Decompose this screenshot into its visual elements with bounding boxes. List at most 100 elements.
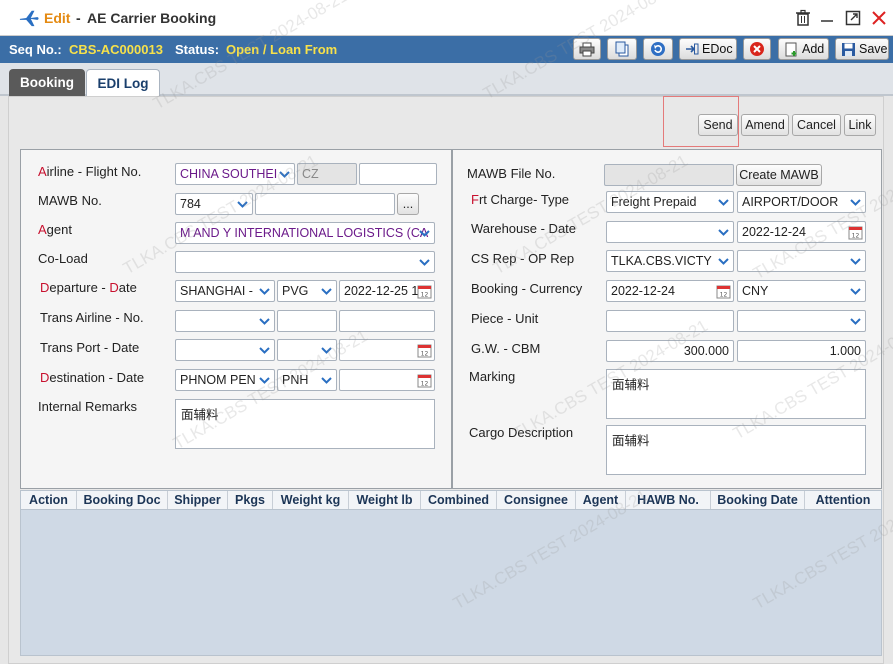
add-label: Add [802,42,825,56]
column-header[interactable]: HAWB No. [626,491,711,509]
airplane-icon [19,10,39,27]
cancel-circle-icon [750,42,764,56]
mawb-label: MAWB No. [38,193,102,208]
unit-select[interactable] [737,310,866,332]
column-header[interactable]: Action [21,491,77,509]
link-button[interactable]: Link [844,114,876,136]
destination-city-select[interactable]: PHNOM PEN [175,369,275,391]
chevron-down-icon [850,288,861,295]
agent-select[interactable]: M AND Y INTERNATIONAL LOGISTICS (CA [175,222,435,244]
booking-grid-header: Action Booking Doc Shipper Pkgs Weight k… [20,490,882,510]
trans-airline-select[interactable] [175,310,275,332]
column-header[interactable]: Consignee [497,491,576,509]
svg-text:12: 12 [421,381,429,388]
booking-date-field[interactable]: 2022-12-24 12 [606,280,734,302]
calendar-icon[interactable]: 12 [716,284,731,299]
destination-label: Destination - Date [40,370,145,385]
departure-label: Departure - Date [40,280,137,295]
edoc-button[interactable]: EDoc [679,38,737,60]
column-header[interactable]: Weight kg [273,491,349,509]
cargo-description-textarea[interactable]: 面辅料 [606,425,866,475]
cancel-button[interactable]: Cancel [792,114,841,136]
column-header[interactable]: Weight lb [349,491,421,509]
mawb-number-field[interactable] [255,193,395,215]
oprep-select[interactable] [737,250,866,272]
status-label: Status: [175,42,220,57]
amend-button[interactable]: Amend [741,114,789,136]
type-select[interactable]: AIRPORT/DOOR [737,191,866,213]
cargo-description-label: Cargo Description [469,425,574,440]
trans-port-label: Trans Port - Date [40,340,140,355]
booking-grid-body[interactable] [20,510,882,656]
column-header[interactable]: Combined [421,491,497,509]
column-header[interactable]: Booking Date [711,491,805,509]
chevron-down-icon [850,199,861,206]
create-mawb-button[interactable]: Create MAWB [736,164,822,186]
cbm-field[interactable]: 1.000 [737,340,866,362]
gw-field[interactable]: 300.000 [606,340,734,362]
trans-airline-code-field[interactable] [277,310,337,332]
coload-select[interactable] [175,251,435,273]
refresh-button[interactable] [643,38,673,60]
departure-date-field[interactable]: 2022-12-25 10: 12 [339,280,435,302]
destination-code-select[interactable]: PNH [277,369,337,391]
chevron-down-icon [419,259,430,266]
warehouse-select[interactable] [606,221,734,243]
marking-label: Marking [469,369,516,384]
trans-port-select[interactable] [175,339,275,361]
svg-text:12: 12 [852,233,860,240]
mawb-lookup-button[interactable]: ... [397,193,419,215]
booking-currency-label: Booking - Currency [471,281,583,296]
piece-field[interactable] [606,310,734,332]
column-header[interactable]: Pkgs [228,491,273,509]
maximize-icon[interactable] [844,9,862,27]
chevron-down-icon [259,377,270,384]
minimize-icon[interactable] [818,9,836,27]
svg-text:12: 12 [720,292,728,299]
title-bar: Edit - AE Carrier Booking [0,0,893,36]
departure-city-select[interactable]: SHANGHAI - [175,280,275,302]
info-bar: Seq No.: CBS-AC000013 Status: Open / Loa… [0,36,893,63]
remarks-textarea[interactable]: 面辅料 [175,399,435,449]
copy-button[interactable] [607,38,637,60]
calendar-icon[interactable]: 12 [848,225,863,240]
column-header[interactable]: Shipper [168,491,228,509]
floppy-icon [842,42,855,56]
chevron-down-icon [259,347,270,354]
currency-select[interactable]: CNY [737,280,866,302]
print-button[interactable] [573,38,601,60]
svg-text:12: 12 [421,292,429,299]
flight-no-field[interactable] [359,163,437,185]
status-value: Open / Loan From [226,42,338,57]
trans-port-code-select[interactable] [277,339,337,361]
destination-date-field[interactable]: 12 [339,369,435,391]
trans-port-date-field[interactable]: 12 [339,339,435,361]
calendar-icon[interactable]: 12 [417,373,432,388]
close-icon[interactable] [870,9,888,27]
airline-label: Airline - Flight No. [38,164,142,179]
mawb-prefix-select[interactable]: 784 [175,193,253,215]
save-button[interactable]: Save [835,38,889,60]
column-header[interactable]: Attention [805,491,881,509]
tab-booking[interactable]: Booking [9,69,85,96]
calendar-icon[interactable]: 12 [417,284,432,299]
csrep-select[interactable]: TLKA.CBS.VICTY [606,250,734,272]
gw-cbm-label: G.W. - CBM [471,341,541,356]
window-title: AE Carrier Booking [87,10,217,26]
airline-select[interactable]: CHINA SOUTHEI [175,163,295,185]
marking-textarea[interactable]: 面辅料 [606,369,866,419]
column-header[interactable]: Agent [576,491,626,509]
tab-edi-log[interactable]: EDI Log [86,69,160,96]
calendar-icon[interactable]: 12 [417,343,432,358]
chevron-down-icon [718,199,729,206]
column-header[interactable]: Booking Doc [77,491,168,509]
warehouse-date-field[interactable]: 2022-12-24 12 [737,221,866,243]
departure-code-select[interactable]: PVG [277,280,337,302]
send-button[interactable]: Send [698,114,738,136]
frt-charge-select[interactable]: Freight Prepaid [606,191,734,213]
frt-charge-label: Frt Charge- Type [471,192,570,207]
trash-icon[interactable] [794,9,812,27]
trans-flight-no-field[interactable] [339,310,435,332]
delete-button[interactable] [743,38,771,60]
add-button[interactable]: Add [778,38,829,60]
